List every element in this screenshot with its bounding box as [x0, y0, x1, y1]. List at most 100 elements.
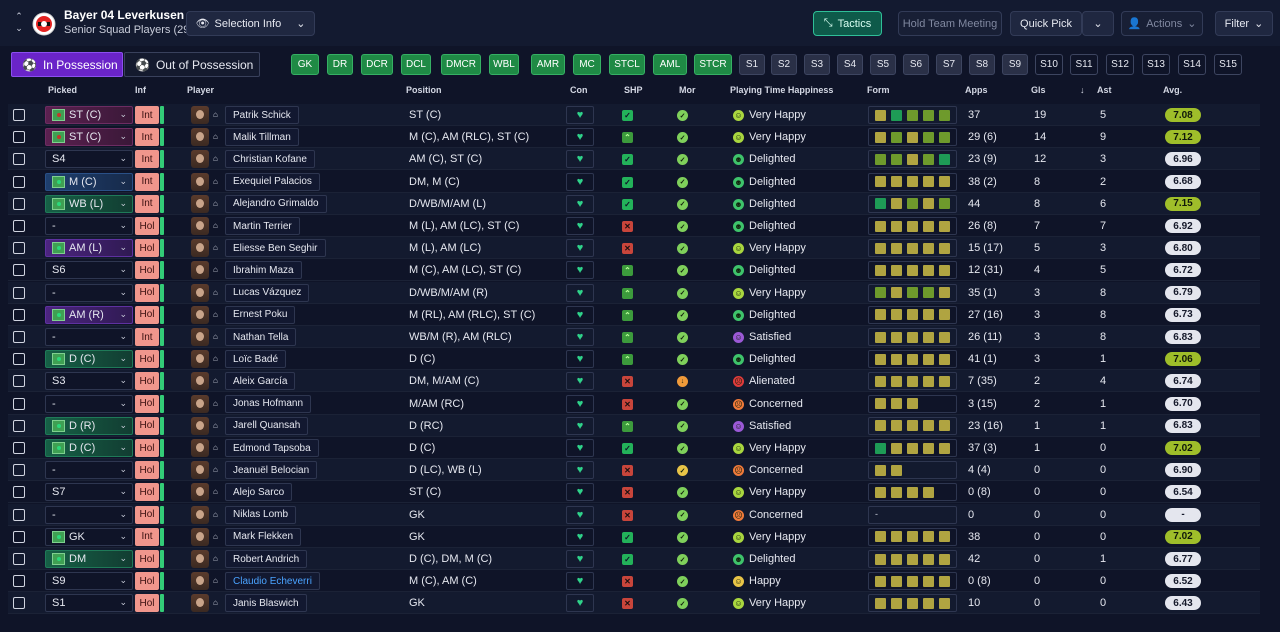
select-checkbox[interactable] — [13, 353, 25, 366]
header-shp[interactable]: SHP — [624, 85, 643, 97]
sort-desc-icon[interactable]: ↓ — [1080, 85, 1085, 97]
out-of-possession-tab[interactable]: ⚽ Out of Possession — [124, 52, 260, 77]
slot-pill-s6[interactable]: S6 — [903, 54, 929, 75]
picked-selector[interactable]: S6 ⌄ — [45, 261, 133, 280]
select-checkbox[interactable] — [13, 553, 25, 565]
select-checkbox[interactable] — [13, 264, 25, 277]
select-checkbox[interactable] — [13, 242, 25, 255]
picked-selector[interactable]: D (R) ⌄ — [45, 416, 133, 435]
table-row[interactable]: AM (R) ⌄ Hol ⌂ Ernest Poku M (RL), AM (RLC), … — [8, 304, 1260, 326]
position-pill-gk[interactable]: GK — [291, 54, 319, 75]
in-possession-tab[interactable]: ⚽ In Possession — [11, 52, 123, 77]
player-name[interactable]: Alejandro Grimaldo — [225, 194, 327, 213]
position-pill-aml[interactable]: AML — [653, 54, 687, 75]
actions-button[interactable]: 👤 Actions ⌄ — [1121, 11, 1203, 36]
slot-pill-s4[interactable]: S4 — [837, 54, 863, 75]
player-name[interactable]: Edmond Tapsoba — [225, 439, 319, 457]
header-form[interactable]: Form — [867, 85, 890, 97]
player-name[interactable]: Jeanuël Belocian — [225, 461, 318, 480]
header-inf[interactable]: Inf — [135, 85, 146, 97]
player-name[interactable]: Janis Blaswich — [225, 594, 307, 613]
picked-selector[interactable]: S9 ⌄ — [45, 572, 133, 591]
slot-pill-s3[interactable]: S3 — [804, 54, 830, 75]
picked-selector[interactable]: - ⌄ — [45, 394, 133, 413]
header-con[interactable]: Con — [570, 85, 588, 97]
header-player[interactable]: Player — [187, 85, 214, 97]
player-name[interactable]: Ibrahim Maza — [225, 261, 302, 280]
select-checkbox[interactable] — [13, 419, 25, 432]
select-checkbox[interactable] — [13, 597, 25, 610]
header-ast[interactable]: Ast — [1097, 85, 1112, 97]
position-pill-amr[interactable]: AMR — [531, 54, 565, 75]
picked-selector[interactable]: S7 ⌄ — [45, 483, 133, 502]
player-name[interactable]: Exequiel Palacios — [225, 172, 320, 191]
select-checkbox[interactable] — [13, 375, 25, 388]
header-picked[interactable]: Picked — [48, 85, 77, 97]
table-row[interactable]: S4 ⌄ Int ⌂ Christian Kofane AM (C), ST (C) ♥ ✓ ✓… — [8, 148, 1260, 171]
table-row[interactable]: ST (C) ⌄ Int ⌂ Patrik Schick ST (C) ♥ ✓ ✓ ☺ Very H… — [8, 104, 1260, 126]
table-row[interactable]: S1 ⌄ Hol ⌂ Janis Blaswich GK ♥ ✕ ✓ ☺ Very Happy 10 0… — [8, 592, 1260, 615]
picked-selector[interactable]: S3 ⌄ — [45, 372, 133, 391]
player-name[interactable]: Claudio Echeverri — [225, 572, 320, 591]
table-row[interactable]: GK ⌄ Int ⌂ Mark Flekken GK ♥ ✓ ✓ ☺ Very Happy 38 0 0 7… — [8, 526, 1260, 548]
select-checkbox[interactable] — [13, 486, 25, 499]
table-row[interactable]: - ⌄ Hol ⌂ Niklas Lomb GK ♥ ✕ ✓ ☹ Concerned -0 0 0- — [8, 503, 1260, 526]
header-avg[interactable]: Avg. — [1163, 85, 1182, 97]
table-row[interactable]: - ⌄ Int ⌂ Nathan Tella WB/M (R), AM (RLC) ♥ ⌃ ✓ ☺… — [8, 326, 1260, 348]
select-checkbox[interactable] — [13, 331, 25, 343]
picked-selector[interactable]: GK ⌄ — [45, 527, 133, 546]
player-name[interactable]: Christian Kofane — [225, 150, 315, 169]
club-switch-arrows[interactable]: ⌃ ⌄ — [13, 10, 25, 34]
selection-info-button[interactable]: 👁 Selection Info ⌄ — [186, 11, 315, 36]
position-pill-dr[interactable]: DR — [327, 54, 353, 75]
position-pill-stcr[interactable]: STCR — [694, 54, 732, 75]
picked-selector[interactable]: AM (R) ⌄ — [45, 305, 133, 324]
picked-selector[interactable]: WB (L) ⌄ — [45, 194, 133, 213]
player-name[interactable]: Eliesse Ben Seghir — [225, 239, 326, 258]
picked-selector[interactable]: D (C) ⌄ — [45, 439, 133, 457]
slot-pill-s10[interactable]: S10 — [1035, 54, 1063, 75]
header-position[interactable]: Position — [406, 85, 442, 97]
position-pill-wbl[interactable]: WBL — [489, 54, 519, 75]
player-name[interactable]: Loïc Badé — [225, 350, 287, 369]
select-checkbox[interactable] — [13, 153, 25, 166]
slot-pill-s2[interactable]: S2 — [771, 54, 797, 75]
table-row[interactable]: - ⌄ Hol ⌂ Jonas Hofmann M/AM (RC) ♥ ✕ ✓ ☹ Concerne… — [8, 393, 1260, 415]
picked-selector[interactable]: - ⌄ — [45, 461, 133, 480]
slot-pill-s1[interactable]: S1 — [739, 54, 765, 75]
slot-pill-s9[interactable]: S9 — [1002, 54, 1028, 75]
select-checkbox[interactable] — [13, 508, 25, 521]
slot-pill-s14[interactable]: S14 — [1178, 54, 1206, 75]
select-checkbox[interactable] — [13, 442, 25, 454]
header-mor[interactable]: Mor — [679, 85, 696, 97]
hold-team-meeting-button[interactable]: Hold Team Meeting — [898, 11, 1002, 36]
slot-pill-s13[interactable]: S13 — [1142, 54, 1170, 75]
player-name[interactable]: Jonas Hofmann — [225, 394, 312, 413]
table-row[interactable]: S9 ⌄ Hol ⌂ Claudio Echeverri M (C), AM (C) ♥ ✕ ✓… — [8, 570, 1260, 593]
position-pill-dcl[interactable]: DCL — [401, 54, 431, 75]
player-name[interactable]: Aleix García — [225, 372, 296, 391]
picked-selector[interactable]: - ⌄ — [45, 283, 133, 302]
player-name[interactable]: Niklas Lomb — [225, 505, 297, 524]
select-checkbox[interactable] — [13, 308, 25, 321]
table-row[interactable]: D (R) ⌄ Hol ⌂ Jarell Quansah D (RC) ♥ ⌃ ✓ ☺ Satisf… — [8, 414, 1260, 437]
player-name[interactable]: Robert Andrich — [225, 550, 308, 568]
slot-pill-s5[interactable]: S5 — [870, 54, 896, 75]
table-row[interactable]: - ⌄ Hol ⌂ Lucas Vázquez D/WB/M/AM (R) ♥ ⌃ ✓ ☺ Very… — [8, 281, 1260, 304]
picked-selector[interactable]: ST (C) ⌄ — [45, 106, 133, 124]
player-name[interactable]: Martin Terrier — [225, 217, 300, 235]
select-checkbox[interactable] — [13, 397, 25, 410]
table-row[interactable]: WB (L) ⌄ Int ⌂ Alejandro Grimaldo D/WB/M/AM (… — [8, 192, 1260, 215]
select-checkbox[interactable] — [13, 220, 25, 232]
position-pill-dcr[interactable]: DCR — [361, 54, 393, 75]
position-pill-mc[interactable]: MC — [573, 54, 601, 75]
quick-pick-dropdown[interactable]: ⌄ — [1082, 11, 1114, 36]
header-gls[interactable]: Gls — [1031, 85, 1046, 97]
picked-selector[interactable]: M (C) ⌄ — [45, 172, 133, 191]
player-name[interactable]: Nathan Tella — [225, 328, 297, 346]
picked-selector[interactable]: AM (L) ⌄ — [45, 239, 133, 258]
slot-pill-s11[interactable]: S11 — [1070, 54, 1098, 75]
player-name[interactable]: Patrik Schick — [225, 106, 299, 124]
select-checkbox[interactable] — [13, 197, 25, 210]
slot-pill-s7[interactable]: S7 — [936, 54, 962, 75]
